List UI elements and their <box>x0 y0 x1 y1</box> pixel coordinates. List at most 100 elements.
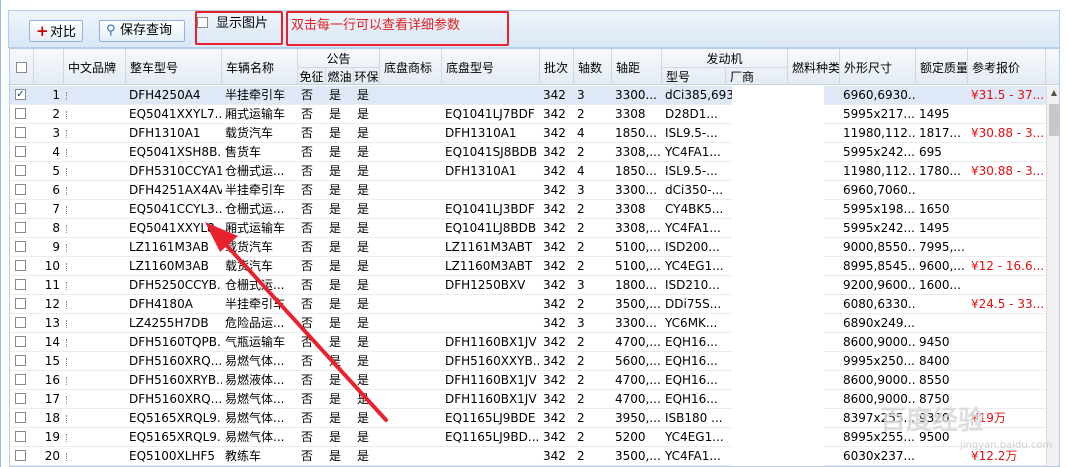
row-checkbox[interactable] <box>15 298 26 309</box>
table-row[interactable]: 14 DFH5160TQPB... 气瓶运输车 否 是 是 DFH1160BX1JV 342 2… <box>10 333 1046 352</box>
table-row[interactable]: 16 DFH5160XRYB... 易燃液体... 否 是 是 DFH1160BX1JV 34… <box>10 371 1046 390</box>
header-cn-brand[interactable]: 中文品牌 <box>64 49 126 85</box>
show-picture-toggle[interactable]: 显示图片 <box>197 12 268 31</box>
header-ann-fuel[interactable]: 燃油 <box>326 67 354 85</box>
header-engine-maker[interactable]: 厂商 <box>726 67 788 85</box>
vertical-scrollbar[interactable]: ▲ <box>1046 86 1059 466</box>
header-model[interactable]: 整车型号 <box>126 49 222 85</box>
header-axles[interactable]: 轴数 <box>574 49 612 85</box>
header-ann-exempt[interactable]: 免征 <box>298 67 326 85</box>
cell-model: EQ5041XXYL7... <box>129 107 222 121</box>
header-engine-model[interactable]: 型号 <box>662 67 726 85</box>
table-row[interactable]: 5 DFH5310CCYA1 仓栅式运... 否 是 是 DFH1310A1 342 4 1850… <box>10 162 1046 181</box>
cell-ann-exempt: 否 <box>301 240 314 254</box>
cell-vehicle-name: 气瓶运输车 <box>225 335 286 349</box>
engine-maker-redacted <box>732 124 824 143</box>
cell-ann-env: 是 <box>357 88 370 102</box>
row-checkbox[interactable] <box>15 393 26 404</box>
cell-model: DFH4251AX4AV <box>129 183 222 197</box>
table-row[interactable]: 10 LZ1160M3AB 载货汽车 否 是 是 LZ1160M3ABT 342 2 5100,.… <box>10 257 1046 276</box>
header-ann-env[interactable]: 环保 <box>354 67 380 85</box>
cell-chassis-model: DFH5160XXYB... <box>445 354 540 368</box>
cell-chassis-model: LZ1160M3ABT <box>445 259 533 273</box>
cell-ann-exempt: 否 <box>301 449 314 463</box>
row-number: 19 <box>44 430 60 444</box>
cell-wheelbase: 1800... <box>615 278 657 292</box>
cell-wheelbase: 1850... <box>615 126 657 140</box>
cell-ann-exempt: 否 <box>301 392 314 406</box>
row-checkbox[interactable] <box>15 374 26 385</box>
scroll-up-icon[interactable]: ▲ <box>1047 86 1059 100</box>
cell-ann-env: 是 <box>357 411 370 425</box>
header-vehicle-name[interactable]: 车辆名称 <box>222 49 298 85</box>
cell-batch: 342 <box>543 297 566 311</box>
row-checkbox[interactable] <box>15 355 26 366</box>
table-row[interactable]: 15 DFH5160XRQ... 易燃气体... 否 是 是 DFH5160XXYB... 3… <box>10 352 1046 371</box>
select-all-checkbox[interactable] <box>16 61 27 73</box>
table-row[interactable]: 11 DFH5250CCYB... 仓栅式运... 否 是 是 DFH1250BXV 342 3… <box>10 276 1046 295</box>
header-chassis-model[interactable]: 底盘型号 <box>442 49 540 85</box>
table-row[interactable]: 2 EQ5041XXYL7... 厢式运输车 否 是 是 EQ1041LJ7BDF 342 2 3… <box>10 105 1046 124</box>
header-dimensions[interactable]: 外形尺寸 <box>840 49 916 85</box>
select-all-cell[interactable] <box>10 49 34 85</box>
cell-ann-env: 是 <box>357 221 370 235</box>
header-announcement: 公告 <box>298 49 380 67</box>
cell-model: DFH5160XRQ... <box>129 354 222 368</box>
engine-maker-redacted <box>732 162 824 181</box>
cell-wheelbase: 3300... <box>615 88 657 102</box>
cell-engine-model: YC4FA1... <box>665 449 721 463</box>
header-engine: 发动机 <box>662 49 788 67</box>
table-row[interactable]: 3 DFH1310A1 载货汽车 否 是 是 DFH1310A1 342 4 1850... ISL… <box>10 124 1046 143</box>
header-ref-price[interactable]: 参考报价 <box>968 49 1046 85</box>
cell-model: DFH1310A1 <box>129 126 201 140</box>
show-picture-checkbox[interactable] <box>197 17 208 28</box>
scroll-thumb[interactable] <box>1049 104 1059 136</box>
row-checkbox[interactable] <box>15 222 26 233</box>
toolbar: +对比 ⚲ 保存查询 <box>8 10 1060 48</box>
cell-ref-price <box>968 181 1046 200</box>
table-row[interactable]: 4 EQ5041XSH8B... 售货车 否 是 是 EQ1041SJ8BDB 342 2 330… <box>10 143 1046 162</box>
cell-ref-price: ¥30.88 - 3... <box>971 126 1045 140</box>
row-checkbox[interactable] <box>15 412 26 423</box>
row-checkbox[interactable] <box>15 260 26 271</box>
cell-ref-price <box>968 143 1046 162</box>
brand-cell-marker <box>66 320 68 328</box>
cell-engine-model: DDi75S... <box>665 297 722 311</box>
row-checkbox[interactable] <box>15 450 26 461</box>
table-row[interactable]: 6 DFH4251AX4AV 半挂牵引车 否 是 是 342 3 3300... dCi350-.… <box>10 181 1046 200</box>
save-query-button[interactable]: ⚲ 保存查询 <box>99 20 185 42</box>
row-checkbox[interactable] <box>15 279 26 290</box>
table-row[interactable]: ✓ 1 DFH4250A4 半挂牵引车 否 是 是 342 3 3300... dCi385,693… <box>10 86 1046 105</box>
header-rated-mass[interactable]: 额定质量 <box>916 49 968 85</box>
header-chassis-brand[interactable]: 底盘商标 <box>380 49 442 85</box>
row-checkbox[interactable] <box>15 431 26 442</box>
row-checkbox[interactable] <box>15 317 26 328</box>
header-fuel-type[interactable]: 燃料种类 <box>788 49 840 85</box>
engine-maker-redacted <box>732 390 824 409</box>
cell-dimensions: 8600,9000... <box>843 335 916 349</box>
row-checkbox[interactable] <box>15 241 26 252</box>
table-row[interactable]: 8 EQ5041XXYL8... 厢式运输车 否 是 是 EQ1041LJ8BDB 342 2 3… <box>10 219 1046 238</box>
engine-maker-redacted <box>732 200 824 219</box>
row-checkbox[interactable] <box>15 336 26 347</box>
table-row[interactable]: 12 DFH4180A 半挂牵引车 否 是 是 342 2 3500,... DDi75S... 6… <box>10 295 1046 314</box>
header-batch[interactable]: 批次 <box>540 49 574 85</box>
table-row[interactable]: 7 EQ5041CCYL3... 仓栅式运... 否 是 是 EQ1041LJ3BDF 342… <box>10 200 1046 219</box>
cell-model: EQ5165XRQL9... <box>129 411 222 425</box>
row-checkbox[interactable] <box>15 203 26 214</box>
row-checkbox[interactable] <box>15 108 26 119</box>
header-wheelbase[interactable]: 轴距 <box>612 49 662 85</box>
compare-button[interactable]: +对比 <box>29 20 83 42</box>
cell-batch: 342 <box>543 259 566 273</box>
table-row[interactable]: 20 EQ5100XLHF5 教练车 否 是 是 342 2 3500,... YC4FA1...… <box>10 447 1046 466</box>
cell-dimensions: 6960,7060... <box>843 183 916 197</box>
engine-maker-redacted <box>732 143 824 162</box>
row-checkbox[interactable] <box>15 127 26 138</box>
row-checkbox[interactable] <box>15 184 26 195</box>
row-checkbox[interactable] <box>15 146 26 157</box>
table-row[interactable]: 13 LZ4255H7DB 危险品运... 否 是 是 342 3 3300... YC6MK..… <box>10 314 1046 333</box>
table-row[interactable]: 9 LZ1161M3AB 载货汽车 否 是 是 LZ1161M3ABT 342 2 5100,..… <box>10 238 1046 257</box>
cell-vehicle-name: 易燃气体... <box>225 430 285 444</box>
row-checkbox[interactable]: ✓ <box>15 89 26 100</box>
row-checkbox[interactable] <box>15 165 26 176</box>
